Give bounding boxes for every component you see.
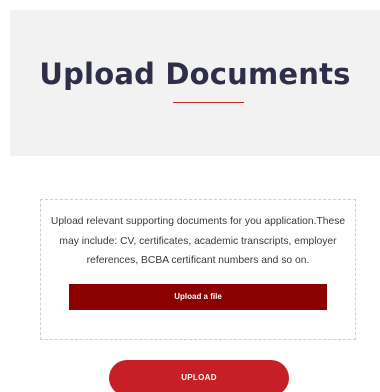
title-underline (173, 102, 244, 103)
upload-documents-page: Upload Documents Upload relevant support… (0, 0, 380, 392)
upload-file-button[interactable]: Upload a file (69, 284, 327, 310)
hero-banner: Upload Documents (10, 10, 380, 156)
file-dropzone[interactable]: Upload relevant supporting documents for… (40, 199, 356, 340)
upload-button[interactable]: UPLOAD (109, 360, 289, 392)
page-title: Upload Documents (39, 57, 351, 91)
dropzone-description: Upload relevant supporting documents for… (50, 216, 346, 266)
